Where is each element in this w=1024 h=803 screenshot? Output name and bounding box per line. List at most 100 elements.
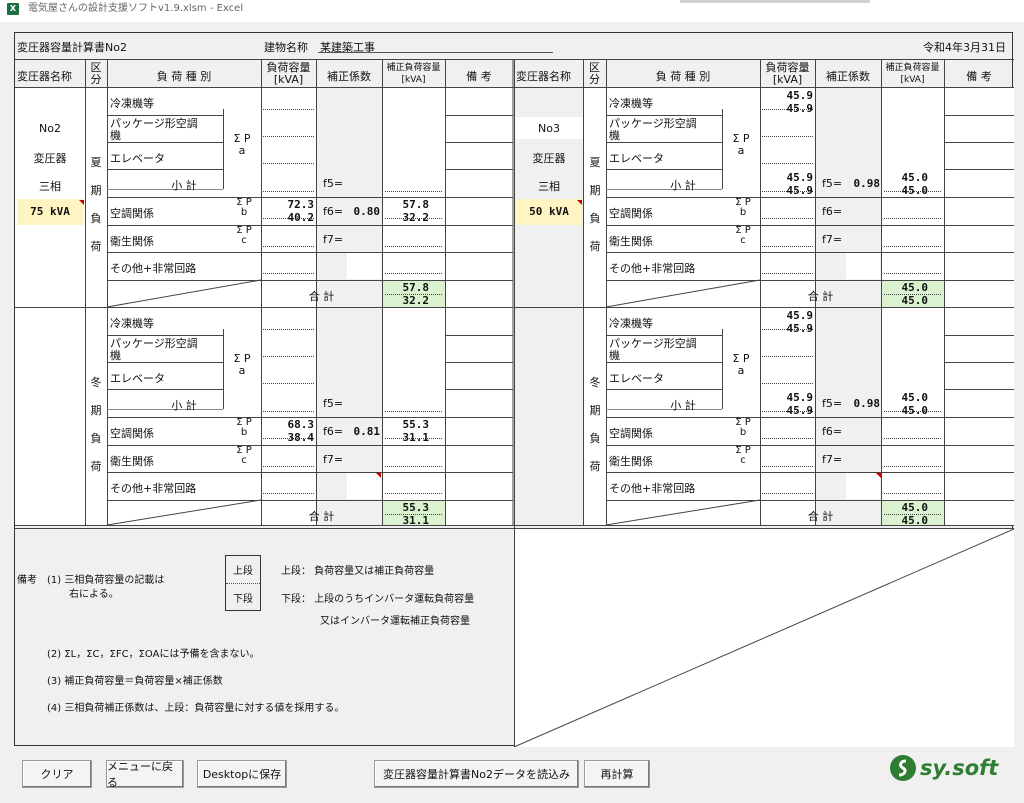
- season-summer-2: 期: [90, 184, 102, 197]
- row-elev-rw: エレベータ: [609, 372, 664, 385]
- season-summer-3: 負: [90, 212, 102, 225]
- left-w-hvac-cap-u[interactable]: 68.3: [261, 418, 315, 431]
- note-1b: 右による。: [69, 589, 119, 600]
- row-pkg-2: 機: [110, 129, 121, 142]
- clear-button[interactable]: クリア: [22, 760, 92, 788]
- row-hvac: 空調関係: [110, 207, 154, 220]
- load-data-button[interactable]: 変圧器容量計算書No2データを読込み: [374, 760, 579, 788]
- row-pkg-r2: 機: [609, 129, 620, 142]
- left-s-total-l: 32.2: [402, 294, 430, 307]
- f5-label-w: f5=: [323, 397, 344, 410]
- season-winter-r4: 荷: [589, 460, 601, 473]
- row-pkg-w1: パッケージ形空調: [110, 337, 198, 350]
- left-s-hvac-corr-l: 32.2: [402, 211, 430, 224]
- right-w-f5[interactable]: 0.98: [845, 397, 881, 410]
- row-pkg-r1: パッケージ形空調: [609, 117, 697, 130]
- row-refrig: 冷凍機等: [110, 97, 154, 110]
- row-other-r: その他+非常回路: [609, 262, 696, 275]
- left-s-hvac-cap-l[interactable]: 40.2: [261, 211, 315, 224]
- row-other-w: その他+非常回路: [110, 482, 197, 495]
- menu-button[interactable]: メニューに戻る: [106, 760, 184, 789]
- sigma-pc-r-sub: c: [740, 235, 746, 246]
- left-s-hvac-cap-u[interactable]: 72.3: [261, 198, 315, 211]
- season-winter-1: 冬: [90, 376, 102, 389]
- col-name: 変圧器名称: [17, 70, 72, 83]
- row-pkg-rw2: 機: [609, 349, 620, 362]
- right-tx-no-text: No3: [538, 122, 560, 135]
- row-sanit: 衛生関係: [110, 235, 154, 248]
- right-w-total-u: 45.0: [901, 501, 929, 514]
- col-corr-1: 補正負荷容量: [386, 63, 441, 73]
- sigma-pb-w-sub: b: [240, 427, 248, 438]
- row-other-rw: その他+非常回路: [609, 482, 696, 495]
- left-s-total-u: 57.8: [402, 281, 430, 294]
- f6-label-r: f6=: [822, 205, 843, 218]
- left-w-f6[interactable]: 0.81: [345, 425, 381, 438]
- row-total-r: 合 計: [807, 290, 834, 303]
- right-w-sub-corr-u: 45.0: [901, 391, 929, 404]
- note-2: (2) ΣL，ΣC，ΣFC，ΣOAには予備を含まない。: [47, 649, 260, 660]
- right-s-ref-cap-l[interactable]: 45.9: [760, 102, 814, 115]
- row-subtotal-r: 小 計: [670, 179, 696, 192]
- left-tx-no-text: No2: [39, 122, 61, 135]
- left-w-hvac-corr-l: 31.1: [402, 431, 430, 444]
- right-s-total-u: 45.0: [901, 281, 929, 294]
- season-winter-r2: 期: [589, 404, 601, 417]
- right-tx-kva: 50 kVA: [529, 205, 569, 218]
- season-winter-4: 荷: [90, 460, 102, 473]
- f7-label-rw: f7=: [822, 453, 843, 466]
- sigma-pc-w-sub: c: [241, 455, 247, 466]
- right-w-ref-cap-u[interactable]: 45.9: [760, 309, 814, 322]
- row-other: その他+非常回路: [110, 262, 197, 275]
- row-elev: エレベータ: [110, 152, 165, 165]
- row-pkg-1: パッケージ形空調: [110, 117, 198, 130]
- season-summer-4: 荷: [90, 240, 102, 253]
- sigma-pc-rw-sub: c: [740, 455, 746, 466]
- left-w-total-u: 55.3: [402, 501, 430, 514]
- row-subtotal-w: 小 計: [171, 399, 197, 412]
- excel-icon: X: [7, 3, 19, 15]
- col-note-r: 備 考: [966, 70, 992, 83]
- notes-label: 備考: [17, 575, 37, 586]
- row-hvac-rw: 空調関係: [609, 427, 653, 440]
- row-sanit-rw: 衛生関係: [609, 455, 653, 468]
- logo-text: sy.soft: [920, 756, 999, 780]
- row-pkg-rw1: パッケージ形空調: [609, 337, 697, 350]
- left-tx-phase: 三相: [39, 180, 61, 193]
- window-title: 電気屋さんの設計支援ソフトv1.9.xlsm - Excel: [28, 3, 244, 14]
- season-summer-1: 夏: [90, 156, 102, 169]
- row-sanit-r: 衛生関係: [609, 235, 653, 248]
- sigma-pa-rw-sub: a: [737, 364, 745, 377]
- sigma-pa-r-sub: a: [737, 144, 745, 157]
- col-load: 負 荷 種 別: [156, 70, 212, 83]
- upper-desc: 上段： 負荷容量又は補正負荷容量: [281, 566, 435, 577]
- right-s-ref-cap-u[interactable]: 45.9: [760, 89, 814, 102]
- season-winter-2: 期: [90, 404, 102, 417]
- title-bar: X 電気屋さんの設計支援ソフトv1.9.xlsm - Excel: [0, 0, 1024, 18]
- row-total: 合 計: [308, 290, 335, 303]
- row-elev-w: エレベータ: [110, 372, 165, 385]
- f6-label-rw: f6=: [822, 425, 843, 438]
- col-corr-r2: [kVA]: [900, 75, 925, 85]
- lower-desc-2: 又はインバータ運転補正負荷容量: [320, 616, 470, 627]
- title-bar-strip: [680, 0, 870, 3]
- sigma-pb-rw-sub: b: [739, 427, 747, 438]
- right-s-sub-corr-l: 45.0: [901, 184, 929, 197]
- col-cap-r2: [kVA]: [772, 73, 803, 86]
- left-w-hvac-corr-u: 55.3: [402, 418, 430, 431]
- left-tx-name: 変圧器: [33, 152, 67, 165]
- left-w-hvac-cap-l[interactable]: 38.4: [261, 431, 315, 444]
- col-corr-2: [kVA]: [401, 75, 426, 85]
- right-w-ref-cap-l[interactable]: 45.9: [760, 322, 814, 335]
- lower-label: 下段: [233, 594, 253, 605]
- season-winter-r1: 冬: [589, 376, 601, 389]
- col-coef: 補正係数: [327, 70, 371, 83]
- left-s-hvac-corr-u: 57.8: [402, 198, 430, 211]
- col-name-r: 変圧器名称: [516, 70, 571, 83]
- f7-label-w: f7=: [323, 453, 344, 466]
- row-hvac-r: 空調関係: [609, 207, 653, 220]
- save-desktop-button[interactable]: Desktopに保存: [197, 760, 287, 788]
- recalc-button[interactable]: 再計算: [584, 760, 650, 788]
- left-s-f6[interactable]: 0.80: [345, 205, 381, 218]
- right-s-f5[interactable]: 0.98: [845, 177, 881, 190]
